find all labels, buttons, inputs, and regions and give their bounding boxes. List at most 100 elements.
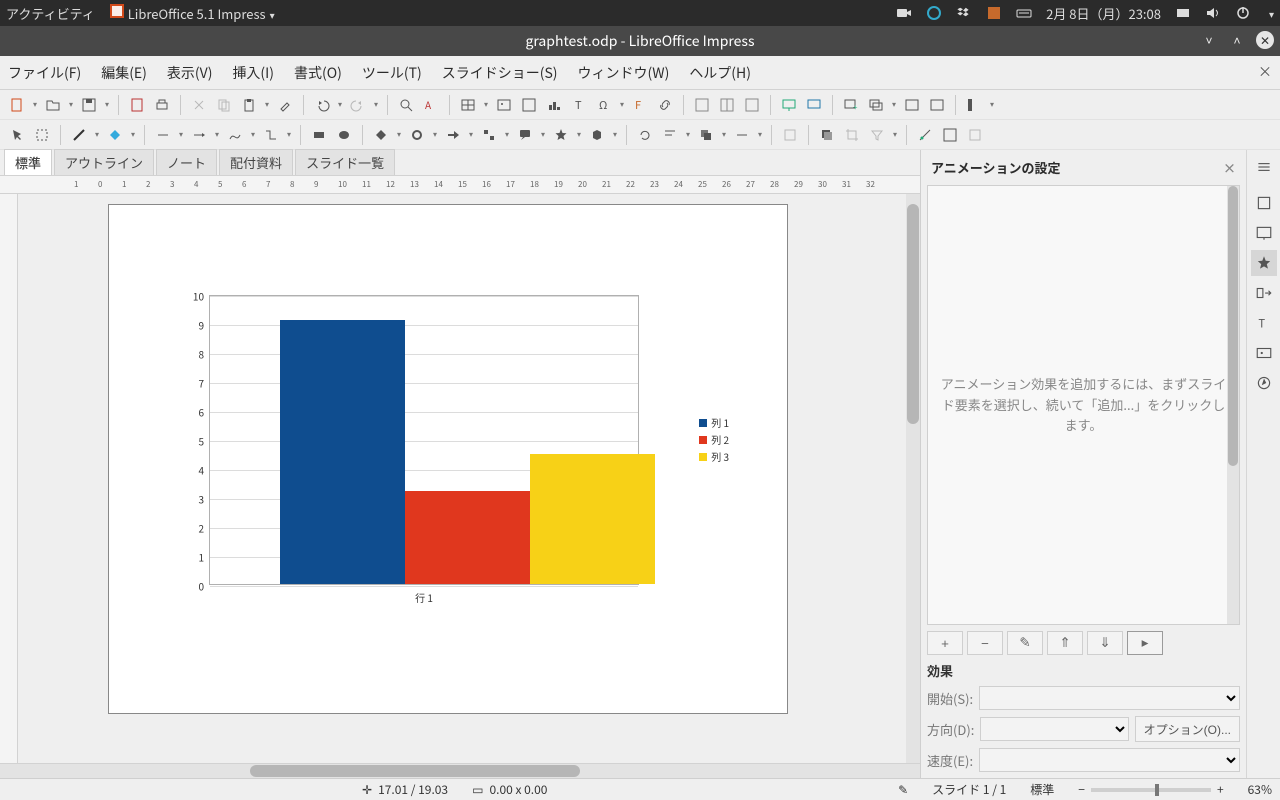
menu-insert[interactable]: 挿入(I)	[232, 63, 274, 83]
speed-select[interactable]	[979, 748, 1240, 772]
horizontal-scrollbar[interactable]	[0, 763, 920, 778]
shadow-icon[interactable]	[816, 124, 838, 146]
menu-edit[interactable]: 編集(E)	[101, 63, 147, 83]
distribute-icon[interactable]	[731, 124, 753, 146]
edit-effect-button[interactable]: ✎	[1007, 631, 1043, 655]
zoom-slider[interactable]	[1091, 788, 1211, 792]
pane-close-icon[interactable]: ×	[1223, 158, 1236, 177]
close-icon[interactable]: ✕	[1256, 31, 1274, 49]
slide[interactable]: 行 1 012345678910 列 1 列 2 列 3	[108, 204, 788, 714]
sidebar-styles-icon[interactable]: T	[1251, 310, 1277, 336]
network-icon[interactable]	[1175, 5, 1191, 21]
maximize-icon[interactable]: ˄	[1228, 31, 1246, 49]
slide-panel-icon[interactable]	[963, 94, 985, 116]
menu-slideshow[interactable]: スライドショー(S)	[442, 63, 558, 83]
start-select[interactable]	[979, 686, 1240, 710]
animation-scrollbar[interactable]	[1227, 186, 1239, 624]
slide-design-icon[interactable]	[901, 94, 923, 116]
tab-handout[interactable]: 配付資料	[219, 149, 293, 175]
menu-tools[interactable]: ツール(T)	[362, 63, 422, 83]
power-icon[interactable]	[1235, 5, 1251, 21]
direction-select[interactable]	[980, 717, 1128, 741]
insert-image-icon[interactable]	[493, 94, 515, 116]
format-paintbrush-icon[interactable]	[274, 94, 296, 116]
new-doc-icon[interactable]	[6, 94, 28, 116]
sidebar-navigator-icon[interactable]	[1251, 370, 1277, 396]
open-icon[interactable]	[42, 94, 64, 116]
arrange-icon[interactable]	[695, 124, 717, 146]
options-button[interactable]: オプション(O)...	[1135, 716, 1240, 742]
align-icon[interactable]	[659, 124, 681, 146]
minimize-icon[interactable]: ˅	[1200, 31, 1218, 49]
find-icon[interactable]	[395, 94, 417, 116]
layout-icon[interactable]	[716, 94, 738, 116]
line-tool-icon[interactable]	[152, 124, 174, 146]
new-slide-icon[interactable]: +	[840, 94, 862, 116]
volume-icon[interactable]	[1205, 5, 1221, 21]
animation-list[interactable]: アニメーション効果を追加するには、まずスライド要素を選択し、続いて「追加...」…	[927, 185, 1240, 625]
menu-format[interactable]: 書式(O)	[294, 63, 342, 83]
ellipse-tool-icon[interactable]	[333, 124, 355, 146]
symbol-shapes-icon[interactable]	[406, 124, 428, 146]
menu-file[interactable]: ファイル(F)	[8, 63, 81, 83]
slide-canvas[interactable]: 行 1 012345678910 列 1 列 2 列 3	[18, 194, 920, 763]
move-down-button[interactable]: ⇓	[1087, 631, 1123, 655]
tab-normal[interactable]: 標準	[4, 149, 52, 175]
stars-icon[interactable]	[550, 124, 572, 146]
sidebar-master-icon[interactable]	[1251, 220, 1277, 246]
keyboard-icon[interactable]	[1016, 5, 1032, 21]
rect-tool-icon[interactable]	[308, 124, 330, 146]
rotate-icon[interactable]	[634, 124, 656, 146]
sidebar-transition-icon[interactable]	[1251, 280, 1277, 306]
3d-shapes-icon[interactable]	[586, 124, 608, 146]
basic-shapes-icon[interactable]	[370, 124, 392, 146]
edit-points-icon[interactable]	[914, 124, 936, 146]
zoom-in-button[interactable]: +	[1217, 781, 1224, 798]
camera-icon[interactable]	[896, 5, 912, 21]
zoom-tool-icon[interactable]	[31, 124, 53, 146]
menu-view[interactable]: 表示(V)	[167, 63, 213, 83]
connector-tool-icon[interactable]	[260, 124, 282, 146]
slide-layout2-icon[interactable]	[926, 94, 948, 116]
sidebar-gallery-icon[interactable]	[1251, 340, 1277, 366]
disk-icon[interactable]	[986, 5, 1002, 21]
curve-tool-icon[interactable]	[224, 124, 246, 146]
dropbox-icon[interactable]	[956, 5, 972, 21]
sidebar-settings-icon[interactable]	[1251, 154, 1277, 180]
callouts-icon[interactable]	[514, 124, 536, 146]
menu-window[interactable]: ウィンドウ(W)	[578, 63, 670, 83]
duplicate-slide-icon[interactable]	[865, 94, 887, 116]
clock[interactable]: 2月 8日（月）23:08	[1046, 4, 1161, 23]
sidebar-animation-icon[interactable]	[1251, 250, 1277, 276]
signature-icon[interactable]: ✎	[898, 781, 908, 798]
insert-hyperlink-icon[interactable]	[654, 94, 676, 116]
app-menu[interactable]: LibreOffice 5.1 Impress▾	[109, 3, 275, 23]
remove-effect-button[interactable]: −	[967, 631, 1003, 655]
print-icon[interactable]	[151, 94, 173, 116]
insert-chart-icon[interactable]	[543, 94, 565, 116]
sync-icon[interactable]	[926, 5, 942, 21]
slideshow-current-icon[interactable]	[803, 94, 825, 116]
page-style[interactable]: 標準	[1030, 781, 1054, 798]
undo-icon[interactable]	[311, 94, 333, 116]
arrow-line-icon[interactable]	[188, 124, 210, 146]
vertical-scrollbar[interactable]	[906, 194, 920, 763]
spellcheck-icon[interactable]: A	[420, 94, 442, 116]
gluepoints-icon[interactable]	[939, 124, 961, 146]
block-arrows-icon[interactable]	[442, 124, 464, 146]
tab-outline[interactable]: アウトライン	[54, 149, 154, 175]
slideshow-start-icon[interactable]	[778, 94, 800, 116]
tab-notes[interactable]: ノート	[156, 149, 217, 175]
insert-textbox-icon[interactable]: T	[568, 94, 590, 116]
play-button[interactable]: ▸	[1127, 631, 1163, 655]
zoom-out-button[interactable]: −	[1078, 781, 1085, 798]
fill-color-icon[interactable]	[104, 124, 126, 146]
line-color-icon[interactable]	[68, 124, 90, 146]
activities-button[interactable]: アクティビティ	[6, 4, 95, 23]
system-menu-chevron-icon[interactable]: ▾	[1269, 6, 1274, 21]
insert-av-icon[interactable]	[518, 94, 540, 116]
paste-icon[interactable]	[238, 94, 260, 116]
sidebar-properties-icon[interactable]	[1251, 190, 1277, 216]
save-icon[interactable]	[78, 94, 100, 116]
insert-header-footer-icon[interactable]	[691, 94, 713, 116]
